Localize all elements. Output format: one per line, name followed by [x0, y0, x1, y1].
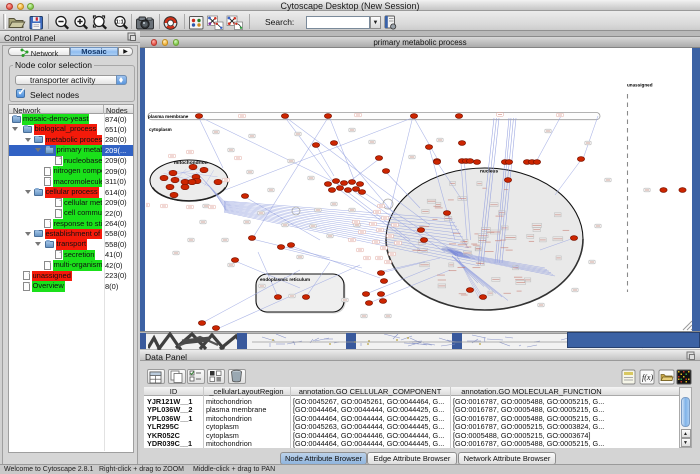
svg-text:plasma membrane: plasma membrane [148, 114, 189, 119]
svg-text:nucleus: nucleus [480, 169, 498, 175]
svg-text:f(x): f(x) [642, 373, 653, 382]
svg-text:cytoplasm: cytoplasm [149, 127, 172, 132]
svg-text:1:1: 1:1 [116, 20, 124, 26]
svg-text:unassigned: unassigned [627, 83, 653, 88]
svg-text:mitochondrion: mitochondrion [174, 160, 208, 166]
svg-text:endoplasmic reticulum: endoplasmic reticulum [260, 277, 310, 282]
